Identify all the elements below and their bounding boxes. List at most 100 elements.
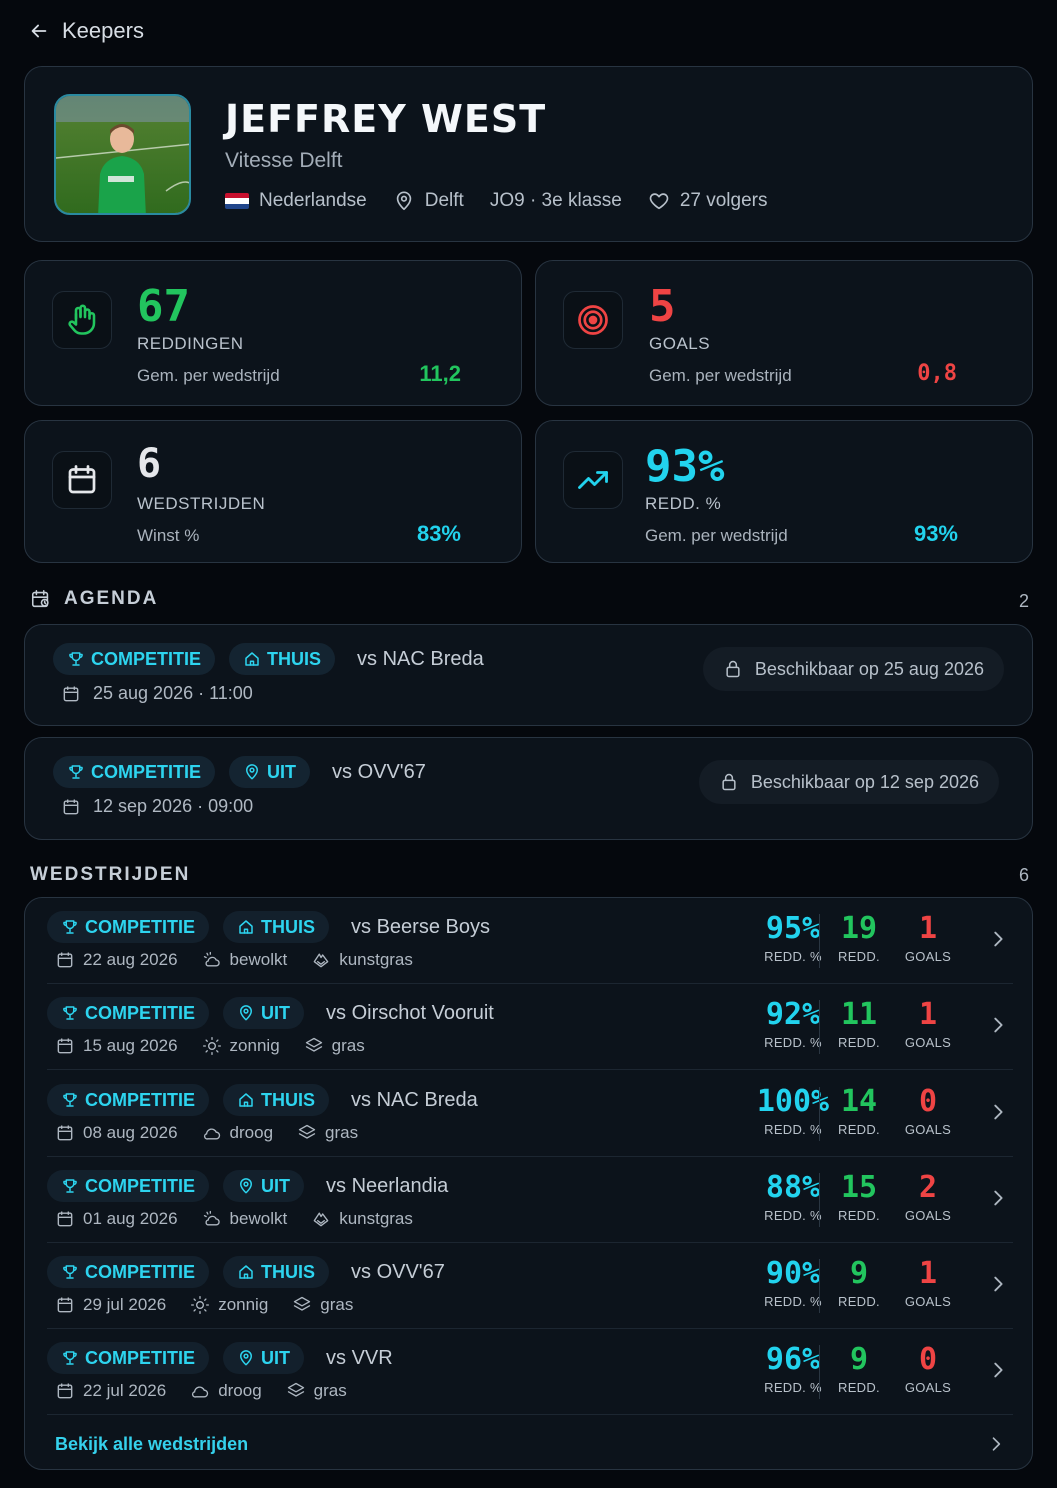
match-row[interactable]: COMPETITIE UIT vs VVR 22 jul 2026 droog gras 9… (47, 1329, 1013, 1415)
divider (819, 1173, 820, 1227)
match-goals: 1 GOALS (897, 997, 959, 1051)
chevron-right-icon[interactable] (987, 1187, 1009, 1209)
calendar-icon (57, 1211, 73, 1227)
away-badge: UIT (223, 1342, 305, 1374)
matches-title: WEDSTRIJDEN (30, 864, 191, 885)
goals-value: 1 (918, 997, 938, 1032)
view-all-matches-link[interactable]: Bekijk alle wedstrijden (55, 1434, 248, 1455)
competition-label: COMPETITIE (85, 916, 196, 937)
agenda-item-tags: COMPETITIE UIT vs OVV'67 (53, 756, 426, 788)
player-name: JEFFREY WEST (225, 97, 547, 141)
stat-card-save-percentage: 93% REDD. % Gem. per wedstrijd 93% (535, 420, 1033, 563)
chevron-right-icon[interactable] (987, 1101, 1009, 1123)
date-label: 08 aug 2026 (83, 1123, 178, 1142)
target-icon-box (563, 291, 623, 349)
calendar-icon (68, 465, 96, 494)
followers[interactable]: 27 volgers (648, 190, 768, 212)
chevron-right-icon[interactable] (986, 1434, 1006, 1454)
back-link[interactable]: Keepers (28, 18, 144, 44)
competition-badge: COMPETITIE (47, 911, 210, 943)
date-label: 22 aug 2026 (83, 950, 178, 969)
saves-value: 15 (840, 1170, 878, 1205)
match-tags: COMPETITIE UIT vs Neerlandia (47, 1170, 448, 1202)
cloud-sun-icon (203, 1210, 220, 1226)
match-row[interactable]: COMPETITIE THUIS vs OVV'67 29 jul 2026 zonni… (47, 1243, 1013, 1329)
team: JO9 · 3e klasse (490, 190, 622, 212)
map-pin-icon (240, 1178, 253, 1194)
match-date: 08 aug 2026 (55, 1123, 178, 1143)
match-saves: 11 REDD. (829, 998, 889, 1051)
matches-list: COMPETITIE THUIS vs Beerse Boys 22 aug 2026… (24, 897, 1033, 1470)
goals-label: GOALS (904, 1122, 952, 1137)
match-details: 29 jul 2026 zonnig gras (55, 1295, 377, 1315)
city: Delft (393, 190, 464, 212)
agenda-item[interactable]: COMPETITIE UIT vs OVV'67 12 sep 2026 · 0… (24, 737, 1033, 840)
chevron-right-icon[interactable] (987, 1014, 1009, 1036)
save-percentage-value: 93% (645, 441, 725, 492)
heart-icon (649, 193, 669, 210)
weather-label: droog (218, 1381, 262, 1400)
calendar-icon (57, 1297, 73, 1313)
weather-label: droog (229, 1123, 274, 1142)
away-badge: UIT (223, 1170, 305, 1202)
agenda-item[interactable]: COMPETITIE THUIS vs NAC Breda 25 aug 202… (24, 624, 1033, 726)
map-pin-icon (246, 764, 259, 780)
opponent: vs OVV'67 (351, 1260, 445, 1283)
turf-icon (313, 1212, 329, 1227)
matches-sub-label: Winst % (137, 526, 200, 545)
agenda-datetime: 12 sep 2026 · 09:00 (61, 796, 253, 817)
stat-card-matches: 6 WEDSTRIJDEN Winst % 83% (24, 420, 522, 563)
availability-label: Beschikbaar op 12 sep 2026 (750, 771, 979, 792)
opponent: vs Neerlandia (326, 1174, 449, 1197)
match-date: 22 jul 2026 (55, 1381, 166, 1401)
netherlands-flag-icon (225, 193, 249, 209)
city-label: Delft (424, 190, 464, 211)
agenda-heading: AGENDA (30, 588, 158, 610)
match-goals: 0 GOALS (897, 1085, 959, 1138)
match-saves: 19 REDD. (829, 911, 889, 965)
agenda-item-tags: COMPETITIE THUIS vs NAC Breda (53, 643, 484, 675)
saves-label: REDD. (838, 1294, 880, 1309)
lock-icon (726, 660, 740, 678)
match-row[interactable]: COMPETITIE UIT vs Neerlandia 01 aug 2026 bew… (47, 1157, 1013, 1243)
chevron-right-icon[interactable] (987, 1273, 1009, 1295)
date-label: 01 aug 2026 (83, 1209, 178, 1228)
saves-label: REDD. (838, 949, 880, 964)
saves-value: 14 (840, 1084, 878, 1119)
chevron-right-icon[interactable] (987, 1359, 1009, 1381)
agenda-count: 2 (1018, 591, 1029, 611)
match-row[interactable]: COMPETITIE UIT vs Oirschot Vooruit 15 aug 2… (47, 984, 1013, 1070)
goals-value: 2 (918, 1170, 938, 1205)
hand-icon (68, 304, 96, 335)
trending-up-icon-box (563, 451, 623, 509)
surface-label: gras (320, 1295, 354, 1314)
saves-value: 19 (840, 911, 878, 946)
match-row[interactable]: COMPETITIE THUIS vs Beerse Boys 22 aug 2026… (47, 898, 1013, 984)
match-tags: COMPETITIE UIT vs Oirschot Vooruit (47, 997, 494, 1029)
match-saves: 15 REDD. (829, 1170, 889, 1224)
away-badge: UIT (223, 997, 305, 1029)
match-goals: 1 GOALS (897, 1256, 959, 1310)
home-badge: THUIS (223, 1084, 330, 1116)
chevron-right-icon[interactable] (987, 928, 1009, 950)
opponent: vs Beerse Boys (351, 915, 490, 938)
divider (819, 1259, 820, 1313)
goals-label: GOALS (904, 1035, 952, 1050)
date-label: 22 jul 2026 (83, 1381, 167, 1400)
trophy-icon (63, 1351, 77, 1365)
goals-value: 1 (918, 1256, 938, 1291)
matches-count: 6 (1018, 865, 1029, 885)
map-pin-icon (396, 191, 411, 211)
goals-avg: 0,8 (917, 361, 957, 386)
match-weather: droog (190, 1381, 262, 1401)
calendar-clock-icon (31, 589, 49, 608)
match-surface: kunstgras (311, 1209, 413, 1229)
calendar-icon-box (52, 451, 112, 509)
venue-label: UIT (267, 761, 297, 782)
home-badge: THUIS (223, 1256, 330, 1288)
match-date: 15 aug 2026 (55, 1036, 178, 1056)
goals-label: GOALS (904, 1380, 952, 1395)
home-badge: THUIS (229, 643, 336, 675)
match-row[interactable]: COMPETITIE THUIS vs NAC Breda 08 aug 2026 dr… (47, 1071, 1013, 1157)
competition-badge: COMPETITIE (47, 1170, 210, 1202)
